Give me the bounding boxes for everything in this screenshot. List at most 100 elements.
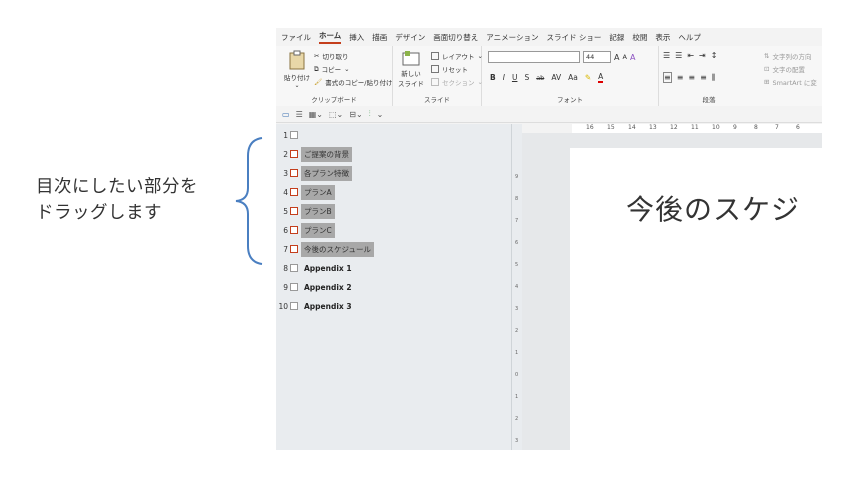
slide-icon[interactable] <box>290 131 298 139</box>
numbering-icon[interactable]: ☰ <box>675 51 682 60</box>
distribute-icon[interactable]: ⫶ <box>369 109 371 119</box>
decrease-indent-icon[interactable]: ⇤ <box>687 51 694 60</box>
outline-item-number: 3 <box>283 168 288 178</box>
outline-item[interactable]: 7 今後のスケジュール <box>276 241 374 257</box>
tab-2[interactable]: 挿入 <box>349 32 364 43</box>
layout-button[interactable]: レイアウト ⌄ <box>431 51 483 61</box>
tab-3[interactable]: 描画 <box>372 32 387 43</box>
grow-font-button[interactable]: A <box>614 53 619 62</box>
columns-icon[interactable]: ⫼ <box>712 73 716 83</box>
align-text-button[interactable]: ⊡ 文字の配置 <box>764 64 805 74</box>
table-icon[interactable]: ▦⌄ <box>309 110 323 119</box>
text-direction-button[interactable]: ⇅ 文字列の方向 <box>764 51 811 61</box>
char-spacing-button[interactable]: AV <box>551 73 561 82</box>
font-color-icon[interactable]: A <box>598 72 604 83</box>
outline-item-text[interactable]: Appendix 1 <box>301 262 355 275</box>
slide-icon[interactable] <box>290 207 298 215</box>
align-right-icon[interactable]: ≡ <box>688 73 695 82</box>
smartart-button[interactable]: ⊞ SmartArt に変 <box>764 77 817 87</box>
slide-icon[interactable] <box>290 169 298 177</box>
italic-button[interactable]: I <box>503 73 505 82</box>
outline-item[interactable]: 1 <box>276 127 307 143</box>
reset-button[interactable]: リセット <box>431 64 468 74</box>
underline-button[interactable]: U <box>512 73 518 82</box>
outline-item-number: 7 <box>283 244 288 254</box>
font-size-select[interactable]: 44 <box>583 51 611 63</box>
highlight-icon[interactable]: ✎ <box>585 73 591 82</box>
clipboard-label: クリップボード <box>311 96 357 104</box>
outline-item-text[interactable] <box>301 133 307 137</box>
outline-item[interactable]: 2 ご提案の背景 <box>276 146 352 162</box>
outline-pane[interactable]: 1 2 ご提案の背景 3 各プラン特徴 4 プランA 5 プランB 6 プランC 7 今後のスケジュール… <box>276 124 512 450</box>
slide[interactable]: 今後のスケジ <box>570 148 822 450</box>
outline-item-text[interactable]: Appendix 3 <box>301 300 355 313</box>
ruler-tick-label: 0 <box>515 372 519 378</box>
justify-icon[interactable]: ≡ <box>700 73 707 82</box>
bold-button[interactable]: B <box>490 73 496 82</box>
slide-title[interactable]: 今後のスケジ <box>626 188 800 228</box>
slide-icon[interactable] <box>290 188 298 196</box>
cut-button[interactable]: ✂ 切り取り <box>314 51 348 61</box>
strikethrough-button[interactable]: ab <box>536 74 544 82</box>
tab-1[interactable]: ホーム <box>319 30 342 44</box>
annotation-text: 目次にしたい部分を ドラッグします <box>36 174 236 226</box>
outline-item[interactable]: 4 プランA <box>276 184 335 200</box>
outline-item[interactable]: 9 Appendix 2 <box>276 279 355 295</box>
outline-item-text[interactable]: ご提案の背景 <box>301 146 352 162</box>
annotation-line-2: ドラッグします <box>36 203 162 223</box>
tab-11[interactable]: ヘルプ <box>678 32 701 43</box>
line-spacing-icon[interactable]: ↕ <box>711 51 718 60</box>
new-slide-button[interactable]: 新しい スライド <box>397 50 425 88</box>
outline-item-text[interactable]: 今後のスケジュール <box>301 241 374 257</box>
tab-5[interactable]: 画面切り替え <box>433 32 478 43</box>
align-center-icon[interactable]: ≡ <box>677 73 684 82</box>
clear-format-icon[interactable]: A <box>630 53 635 62</box>
tab-7[interactable]: スライド ショー <box>546 32 601 43</box>
shadow-button[interactable]: S <box>524 73 529 82</box>
shapes-icon[interactable]: ⬚⌄ <box>329 110 343 119</box>
outline-item[interactable]: 6 プランC <box>276 222 335 238</box>
outline-item[interactable]: 5 プランB <box>276 203 335 219</box>
slide-icon[interactable] <box>290 150 298 158</box>
copy-button[interactable]: ⧉ コピー ⌄ <box>314 64 350 75</box>
outline-item-text[interactable]: Appendix 2 <box>301 281 355 294</box>
outline-item-text[interactable]: プランC <box>301 222 335 238</box>
tab-6[interactable]: アニメーション <box>486 32 538 43</box>
section-button[interactable]: セクション ⌄ <box>431 77 483 87</box>
outline-item-text[interactable]: プランB <box>301 203 335 219</box>
bullets-icon[interactable]: ☰ <box>663 51 670 60</box>
outline-item-number: 4 <box>283 187 288 197</box>
slides-group: 新しい スライド レイアウト ⌄ リセット セクション ⌄ スライド <box>393 46 483 106</box>
paste-button[interactable]: 貼り付け ⌄ <box>284 50 310 89</box>
outline-view-icon[interactable]: ☰ <box>296 110 303 119</box>
shrink-font-button[interactable]: A <box>622 53 626 61</box>
arrange-icon[interactable]: ⊟⌄ <box>349 110 362 119</box>
tab-0[interactable]: ファイル <box>281 32 311 43</box>
ruler-tick-label: 14 <box>628 124 636 131</box>
slide-icon[interactable] <box>290 283 298 291</box>
outline-item-number: 8 <box>283 263 288 273</box>
increase-indent-icon[interactable]: ⇥ <box>699 51 706 60</box>
tab-4[interactable]: デザイン <box>395 32 425 43</box>
align-left-icon[interactable]: ≡ <box>663 72 672 83</box>
slide-icon[interactable] <box>290 302 298 310</box>
change-case-button[interactable]: Aa <box>568 73 578 82</box>
ruler-tick-label: 8 <box>515 196 519 202</box>
format-painter-button[interactable]: 🖌 書式のコピー/貼り付け <box>314 77 392 87</box>
slide-view-icon[interactable]: ▭ <box>282 110 290 119</box>
customize-qat-icon[interactable]: ⌄ <box>377 110 384 119</box>
tab-9[interactable]: 校閲 <box>632 32 647 43</box>
outline-item-text[interactable]: 各プラン特徴 <box>301 165 352 181</box>
tab-10[interactable]: 表示 <box>655 32 670 43</box>
slide-icon[interactable] <box>290 226 298 234</box>
outline-item[interactable]: 3 各プラン特徴 <box>276 165 352 181</box>
section-icon <box>431 78 439 86</box>
font-name-select[interactable] <box>488 51 580 63</box>
slide-icon[interactable] <box>290 264 298 272</box>
outline-item-text[interactable]: プランA <box>301 184 335 200</box>
slide-icon[interactable] <box>290 245 298 253</box>
quick-access-toolbar: ▭ ☰ ▦⌄ ⬚⌄ ⊟⌄ ⫶ ⌄ <box>276 106 822 123</box>
outline-item[interactable]: 10 Appendix 3 <box>276 298 355 314</box>
outline-item[interactable]: 8 Appendix 1 <box>276 260 355 276</box>
tab-8[interactable]: 記録 <box>609 32 624 43</box>
